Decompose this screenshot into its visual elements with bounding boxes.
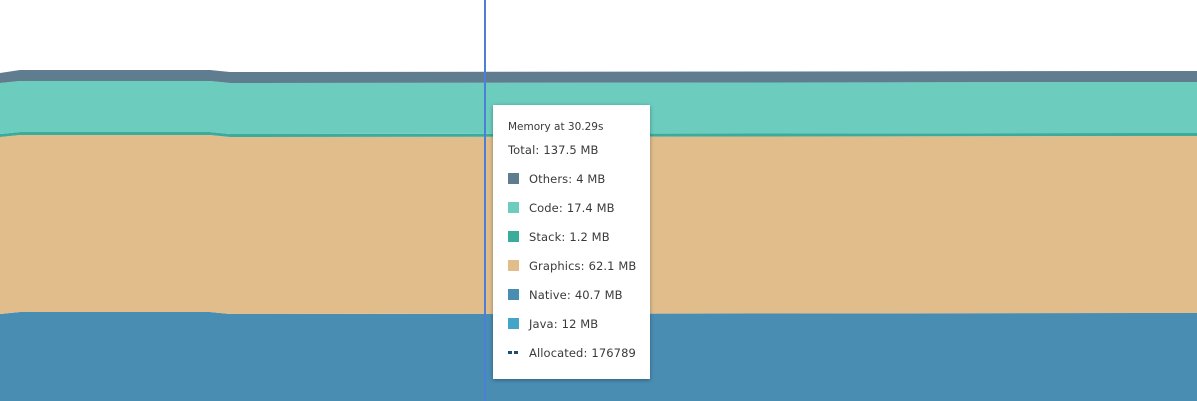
memory-tooltip: Memory at 30.29s Total: 137.5 MB Others:… bbox=[493, 105, 650, 379]
native-swatch-icon bbox=[508, 289, 519, 300]
stack-value: 1.2 MB bbox=[569, 229, 610, 244]
allocated-label: Allocated: bbox=[529, 345, 588, 360]
tooltip-row-others: Others: 4 MB bbox=[508, 164, 650, 193]
tooltip-row-graphics: Graphics: 62.1 MB bbox=[508, 251, 650, 280]
others-value: 4 MB bbox=[576, 171, 606, 186]
tooltip-row-code: Code: 17.4 MB bbox=[508, 193, 650, 222]
total-label: Total: bbox=[508, 142, 540, 157]
total-value: 137.5 MB bbox=[543, 142, 599, 157]
code-swatch-icon bbox=[508, 202, 519, 213]
tooltip-title: Memory at 30.29s bbox=[508, 121, 604, 133]
tooltip-total-row: Total: 137.5 MB bbox=[508, 135, 650, 164]
java-label: Java: bbox=[529, 316, 558, 331]
stack-swatch-icon bbox=[508, 231, 519, 242]
allocated-value: 176789 bbox=[591, 345, 636, 360]
tooltip-row-allocated: Allocated: 176789 bbox=[508, 338, 650, 367]
code-value: 17.4 MB bbox=[566, 200, 615, 215]
graphics-value: 62.1 MB bbox=[588, 258, 637, 273]
graphics-swatch-icon bbox=[508, 260, 519, 271]
code-label: Code: bbox=[529, 200, 563, 215]
tooltip-row-java: Java: 12 MB bbox=[508, 309, 650, 338]
java-swatch-icon bbox=[508, 318, 519, 329]
others-label: Others: bbox=[529, 171, 573, 186]
stack-label: Stack: bbox=[529, 229, 566, 244]
java-value: 12 MB bbox=[561, 316, 599, 331]
dashed-line-icon bbox=[508, 347, 519, 358]
graphics-label: Graphics: bbox=[529, 258, 585, 273]
native-label: Native: bbox=[529, 287, 571, 302]
native-value: 40.7 MB bbox=[574, 287, 623, 302]
others-swatch-icon bbox=[508, 173, 519, 184]
tooltip-row-native: Native: 40.7 MB bbox=[508, 280, 650, 309]
tooltip-row-stack: Stack: 1.2 MB bbox=[508, 222, 650, 251]
